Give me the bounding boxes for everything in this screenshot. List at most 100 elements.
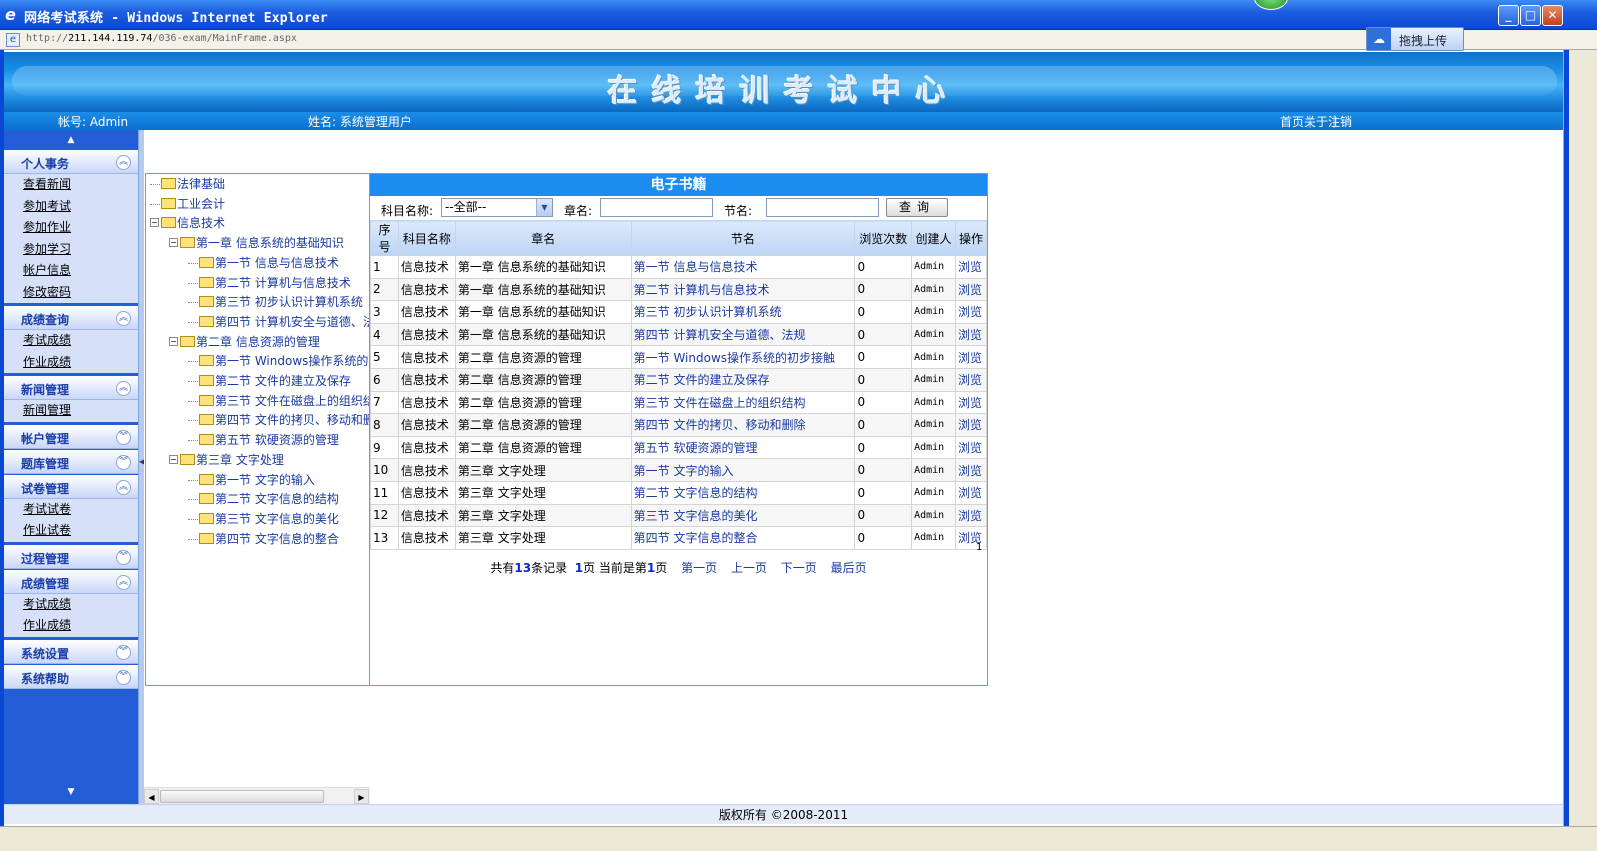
browse-link[interactable]: 浏览 <box>954 345 988 369</box>
menu-group-header[interactable]: 过程管理 ︾ <box>4 544 138 569</box>
collapse-chevron-icon[interactable]: ︽ <box>116 574 131 590</box>
browse-link[interactable]: 浏览 <box>954 413 988 437</box>
menu-item[interactable]: 新闻管理 <box>4 400 138 422</box>
browse-link[interactable]: 浏览 <box>954 322 988 347</box>
section-link[interactable]: 第四节 文字信息的整合 <box>630 526 856 550</box>
menu-item[interactable]: 帐户信息 <box>4 260 138 282</box>
section-link[interactable]: 第三节 文字信息的美化 <box>630 503 856 528</box>
tree-node[interactable]: 第三节 文件在磁盘上的组织结构 <box>188 392 370 410</box>
browse-link[interactable]: 浏览 <box>954 367 988 392</box>
menu-item[interactable]: 查看新闻 <box>4 174 138 196</box>
tree-collapse-icon[interactable]: − <box>169 238 178 248</box>
next-page-link[interactable]: 下一页 <box>781 561 817 575</box>
first-page-link[interactable]: 第一页 <box>681 561 717 575</box>
last-page-link[interactable]: 最后页 <box>831 561 867 575</box>
browse-link[interactable]: 浏览 <box>954 277 988 302</box>
section-link[interactable]: 第一节 文字的输入 <box>630 458 856 482</box>
tree-node[interactable]: 第二节 文字信息的结构 <box>188 490 339 508</box>
menu-item[interactable]: 作业成绩 <box>4 352 138 374</box>
expand-chevron-icon[interactable]: ︾ <box>116 644 131 660</box>
collapse-chevron-icon[interactable]: ︽ <box>116 155 131 170</box>
menu-item[interactable]: 修改密码 <box>4 282 138 304</box>
menu-item[interactable]: 参加考试 <box>4 196 138 218</box>
tree-collapse-icon[interactable]: − <box>169 454 178 464</box>
scroll-right-icon[interactable]: ▶ <box>354 789 369 804</box>
menu-group-header[interactable]: 题库管理 ︾ <box>4 449 138 474</box>
drag-upload-button[interactable]: ☁ 拖拽上传 <box>1366 27 1464 51</box>
browse-link[interactable]: 浏览 <box>954 390 988 415</box>
browse-link[interactable]: 浏览 <box>954 503 988 528</box>
tree-node[interactable]: − 信息技术 <box>150 214 225 232</box>
url-text[interactable]: http://211.144.119.74/036-exam/MainFrame… <box>26 33 297 44</box>
expand-chevron-icon[interactable]: ︾ <box>116 429 131 445</box>
menu-group-header[interactable]: 成绩查询 ︽ <box>4 306 138 330</box>
tree-node[interactable]: 第一节 信息与信息技术 <box>188 254 339 272</box>
browse-link[interactable]: 浏览 <box>954 458 988 482</box>
tree-horizontal-scrollbar[interactable]: ◀ ▶ <box>144 787 370 804</box>
expand-chevron-icon[interactable]: ︾ <box>116 549 131 565</box>
section-link[interactable]: 第三节 文件在磁盘上的组织结构 <box>630 390 856 415</box>
query-button[interactable]: 查询 <box>886 198 948 217</box>
tree-node[interactable]: 第五节 软硬资源的管理 <box>188 431 339 449</box>
browse-link[interactable]: 浏览 <box>954 435 988 460</box>
home-link[interactable]: 首页 <box>1280 115 1304 129</box>
menu-item[interactable]: 参加学习 <box>4 239 138 261</box>
browse-link[interactable]: 浏览 <box>954 300 988 324</box>
close-button[interactable]: ✕ <box>1542 5 1563 26</box>
prev-page-link[interactable]: 上一页 <box>731 561 767 575</box>
browse-link[interactable]: 浏览 <box>954 480 988 505</box>
section-link[interactable]: 第五节 软硬资源的管理 <box>630 435 856 460</box>
menu-item[interactable]: 作业成绩 <box>4 615 138 637</box>
tree-node[interactable]: 第二节 文件的建立及保存 <box>188 372 351 390</box>
menu-item[interactable]: 考试成绩 <box>4 594 138 616</box>
address-bar[interactable]: e http://211.144.119.74/036-exam/MainFra… <box>0 30 1597 50</box>
collapse-chevron-icon[interactable]: ︽ <box>116 479 131 495</box>
scroll-thumb[interactable] <box>160 790 324 803</box>
menu-item[interactable]: 考试成绩 <box>4 330 138 352</box>
section-link[interactable]: 第三节 初步认识计算机系统 <box>630 300 856 324</box>
tree-node[interactable]: 法律基础 <box>150 175 225 193</box>
section-link[interactable]: 第一节 Windows操作系统的初步接触 <box>630 345 856 369</box>
menu-item[interactable]: 考试试卷 <box>4 499 138 521</box>
tree-collapse-icon[interactable]: − <box>150 218 159 228</box>
menu-group-header[interactable]: 试卷管理 ︽ <box>4 474 138 499</box>
tree-node[interactable]: 第二节 计算机与信息技术 <box>188 274 351 292</box>
section-link[interactable]: 第四节 文件的拷贝、移动和删除 <box>630 413 856 437</box>
tree-node[interactable]: − 第三章 文字处理 <box>169 451 284 469</box>
menu-group-header[interactable]: 个人事务 ︽ <box>4 150 138 174</box>
section-link[interactable]: 第二节 文字信息的结构 <box>630 480 856 505</box>
section-link[interactable]: 第二节 计算机与信息技术 <box>630 277 856 302</box>
menu-item[interactable]: 作业试卷 <box>4 520 138 542</box>
menu-item[interactable]: 参加作业 <box>4 217 138 239</box>
subject-select[interactable]: --全部-- ▼ <box>441 198 553 217</box>
collapse-chevron-icon[interactable]: ︽ <box>116 311 131 326</box>
minimize-button[interactable]: _ <box>1498 5 1519 26</box>
chevron-down-icon[interactable]: ▼ <box>536 199 552 216</box>
chapter-input[interactable] <box>600 198 713 217</box>
scroll-left-icon[interactable]: ◀ <box>144 789 159 804</box>
tree-node[interactable]: 第四节 文字信息的整合 <box>188 530 339 548</box>
menu-group-header[interactable]: 成绩管理 ︽ <box>4 569 138 594</box>
section-link[interactable]: 第一节 信息与信息技术 <box>630 255 856 279</box>
menu-group-header[interactable]: 系统设置 ︾ <box>4 639 138 664</box>
tree-node[interactable]: 第三节 初步认识计算机系统 <box>188 293 363 311</box>
tree-collapse-icon[interactable]: − <box>169 336 178 346</box>
expand-chevron-icon[interactable]: ︾ <box>116 454 131 470</box>
browse-link[interactable]: 浏览 <box>954 255 988 279</box>
tree-node[interactable]: 第四节 文件的拷贝、移动和删除 <box>188 411 370 429</box>
menu-scroll-down-icon[interactable]: ▼ <box>4 784 138 800</box>
section-input[interactable] <box>766 198 879 217</box>
menu-scroll-up-icon[interactable]: ▲ <box>4 132 138 148</box>
expand-chevron-icon[interactable]: ︾ <box>116 669 131 685</box>
menu-group-header[interactable]: 系统帮助 ︾ <box>4 664 138 689</box>
tree-node[interactable]: 第一节 文字的输入 <box>188 471 315 489</box>
section-link[interactable]: 第四节 计算机安全与道德、法规 <box>630 322 856 347</box>
maximize-button[interactable]: □ <box>1520 5 1541 26</box>
tree-node[interactable]: 工业会计 <box>150 195 225 213</box>
menu-group-header[interactable]: 新闻管理 ︽ <box>4 376 138 400</box>
collapse-chevron-icon[interactable]: ︽ <box>116 381 131 396</box>
tree-node[interactable]: 第一节 Windows操作系统的初步接触 <box>188 352 370 370</box>
tree-node[interactable]: 第四节 计算机安全与道德、法规 <box>188 313 370 331</box>
menu-group-header[interactable]: 帐户管理 ︾ <box>4 424 138 449</box>
tree-node[interactable]: − 第一章 信息系统的基础知识 <box>169 234 344 252</box>
